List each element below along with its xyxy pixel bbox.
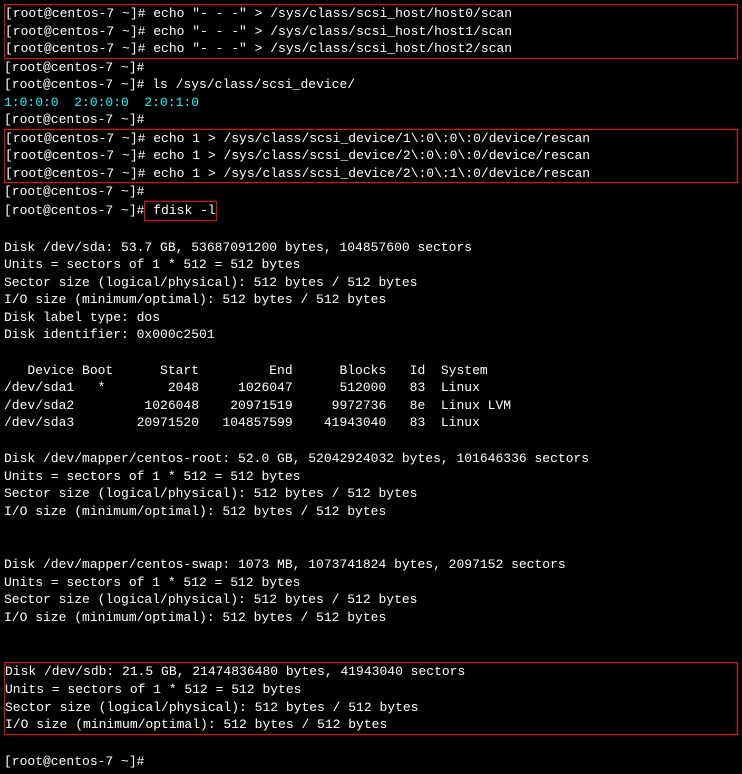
partition-row: /dev/sda1 * 2048 1026047 512000 83 Linux <box>4 379 738 397</box>
rescan2-cmd: echo 1 > /sys/class/scsi_device/2\:0\:1\… <box>145 166 590 181</box>
disk-sdb-line3: Sector size (logical/physical): 512 byte… <box>5 699 737 717</box>
fdisk-cmd-box: fdisk -l <box>144 201 216 221</box>
prompt: [root@centos-7 ~]# <box>5 41 145 56</box>
disk-swap-line4: I/O size (minimum/optimal): 512 bytes / … <box>4 609 738 627</box>
prompt: [root@centos-7 ~]# <box>4 77 144 92</box>
disk-sdb-line2: Units = sectors of 1 * 512 = 512 bytes <box>5 681 737 699</box>
disk-sdb-box: Disk /dev/sdb: 21.5 GB, 21474836480 byte… <box>4 662 738 734</box>
ls-output: 1:0:0:0 2:0:0:0 2:0:1:0 <box>4 94 738 112</box>
prompt: [root@centos-7 ~]# <box>4 112 144 127</box>
rescan0-cmd: echo 1 > /sys/class/scsi_device/1\:0\:0\… <box>145 131 590 146</box>
rescan1-cmd: echo 1 > /sys/class/scsi_device/2\:0\:0\… <box>145 148 590 163</box>
disk-root-line4: I/O size (minimum/optimal): 512 bytes / … <box>4 503 738 521</box>
partition-row: /dev/sda3 20971520 104857599 41943040 83… <box>4 414 738 432</box>
terminal-content[interactable]: [root@centos-7 ~]# echo "- - -" > /sys/c… <box>4 4 738 770</box>
disk-sda-line4: I/O size (minimum/optimal): 512 bytes / … <box>4 291 738 309</box>
scan-host0-cmd: echo "- - -" > /sys/class/scsi_host/host… <box>145 6 512 21</box>
prompt: [root@centos-7 ~]# <box>4 184 144 199</box>
partition-row: /dev/sda2 1026048 20971519 9972736 8e Li… <box>4 397 738 415</box>
disk-sda-line3: Sector size (logical/physical): 512 byte… <box>4 274 738 292</box>
prompt: [root@centos-7 ~]# <box>5 148 145 163</box>
partition-header: Device Boot Start End Blocks Id System <box>4 362 738 380</box>
fdisk-cmd: fdisk -l <box>145 203 215 218</box>
prompt: [root@centos-7 ~]# <box>4 754 144 769</box>
disk-sda-line1: Disk /dev/sda: 53.7 GB, 53687091200 byte… <box>4 239 738 257</box>
prompt: [root@centos-7 ~]# <box>4 203 144 218</box>
disk-swap-line1: Disk /dev/mapper/centos-swap: 1073 MB, 1… <box>4 556 738 574</box>
disk-root-line2: Units = sectors of 1 * 512 = 512 bytes <box>4 468 738 486</box>
rescan-commands-box: [root@centos-7 ~]# echo 1 > /sys/class/s… <box>4 129 738 184</box>
disk-sdb-line1: Disk /dev/sdb: 21.5 GB, 21474836480 byte… <box>5 663 737 681</box>
ls-cmd: ls /sys/class/scsi_device/ <box>144 77 355 92</box>
prompt: [root@centos-7 ~]# <box>5 24 145 39</box>
prompt: [root@centos-7 ~]# <box>4 60 144 75</box>
disk-swap-line2: Units = sectors of 1 * 512 = 512 bytes <box>4 574 738 592</box>
prompt: [root@centos-7 ~]# <box>5 6 145 21</box>
disk-sda-line2: Units = sectors of 1 * 512 = 512 bytes <box>4 256 738 274</box>
disk-root-line1: Disk /dev/mapper/centos-root: 52.0 GB, 5… <box>4 450 738 468</box>
prompt: [root@centos-7 ~]# <box>5 131 145 146</box>
disk-sda-line6: Disk identifier: 0x000c2501 <box>4 326 738 344</box>
disk-root-line3: Sector size (logical/physical): 512 byte… <box>4 485 738 503</box>
scan-commands-box: [root@centos-7 ~]# echo "- - -" > /sys/c… <box>4 4 738 59</box>
scan-host2-cmd: echo "- - -" > /sys/class/scsi_host/host… <box>145 41 512 56</box>
disk-sda-line5: Disk label type: dos <box>4 309 738 327</box>
scan-host1-cmd: echo "- - -" > /sys/class/scsi_host/host… <box>145 24 512 39</box>
disk-sdb-line4: I/O size (minimum/optimal): 512 bytes / … <box>5 716 737 734</box>
disk-swap-line3: Sector size (logical/physical): 512 byte… <box>4 591 738 609</box>
prompt: [root@centos-7 ~]# <box>5 166 145 181</box>
